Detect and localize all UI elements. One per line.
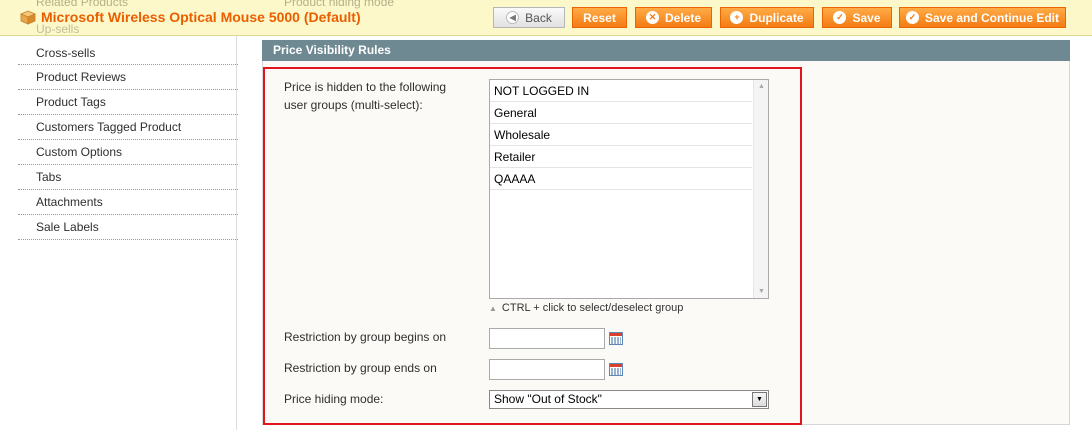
duplicate-button[interactable]: + Duplicate (720, 7, 814, 28)
ends-calendar-icon[interactable] (609, 363, 623, 376)
multiselect-hint-text: CTRL + click to select/deselect group (501, 302, 684, 314)
sidebar-item-related-products[interactable]: Related Products (36, 0, 128, 9)
chevron-down-icon[interactable]: ▼ (752, 392, 767, 407)
delete-x-icon: ✕ (645, 11, 659, 24)
sidebar-item-sale-labels[interactable]: Sale Labels (18, 215, 238, 240)
duplicate-button-label: Duplicate (749, 10, 804, 25)
begins-on-input[interactable] (489, 328, 605, 349)
sidebar: Cross-sells Product Reviews Product Tags… (18, 41, 238, 240)
delete-button[interactable]: ✕ Delete (635, 7, 712, 28)
begins-calendar-icon[interactable] (609, 332, 623, 345)
group-option-general[interactable]: General (490, 102, 752, 124)
group-option-not-logged-in[interactable]: NOT LOGGED IN (490, 80, 752, 102)
user-groups-label-line1: Price is hidden to the following (284, 80, 447, 94)
section-header: Price Visibility Rules (262, 40, 1070, 61)
sidebar-item-cross-sells[interactable]: Cross-sells (18, 41, 238, 65)
calendar-grid (611, 368, 621, 375)
reset-button-label: Reset (583, 10, 616, 25)
duplicate-plus-icon: + (730, 11, 744, 24)
user-groups-multiselect[interactable]: NOT LOGGED IN General Wholesale Retailer… (489, 79, 769, 299)
ends-on-input[interactable] (489, 359, 605, 380)
user-groups-label: Price is hidden to the following user gr… (284, 78, 446, 114)
product-box-icon (20, 10, 36, 25)
calendar-header (610, 364, 622, 367)
save-and-continue-label: Save and Continue Edit (924, 10, 1059, 25)
sidebar-item-attachments[interactable]: Attachments (18, 190, 238, 215)
scroll-up-icon[interactable]: ▲ (758, 83, 765, 90)
begins-on-label: Restriction by group begins on (284, 330, 447, 344)
sidebar-item-product-reviews[interactable]: Product Reviews (18, 65, 238, 90)
user-groups-label-line2: user groups (multi-select): (284, 98, 423, 112)
sidebar-item-product-tags[interactable]: Product Tags (18, 90, 238, 115)
sidebar-item-custom-options[interactable]: Custom Options (18, 140, 238, 165)
ends-on-label: Restriction by group ends on (284, 361, 437, 375)
save-and-continue-button[interactable]: ✓ Save and Continue Edit (899, 7, 1066, 28)
group-option-wholesale[interactable]: Wholesale (490, 124, 752, 146)
hiding-mode-select[interactable]: Show "Out of Stock" ▼ (489, 390, 769, 409)
header-bar: Related Products Up-sells Product hiding… (0, 0, 1092, 36)
back-button-label: Back (525, 10, 552, 25)
sidebar-divider (236, 36, 237, 430)
multiselect-scrollbar[interactable]: ▲ ▼ (753, 80, 768, 298)
back-arrow-icon: ◀ (506, 11, 520, 24)
sidebar-item-customers-tagged-product[interactable]: Customers Tagged Product (18, 115, 238, 140)
page-title: Microsoft Wireless Optical Mouse 5000 (D… (20, 9, 361, 25)
multiselect-hint: ▲ CTRL + click to select/deselect group (489, 302, 683, 314)
back-button[interactable]: ◀ Back (493, 7, 565, 28)
product-hiding-mode-label: Product hiding mode (284, 0, 395, 9)
product-title: Microsoft Wireless Optical Mouse 5000 (D… (41, 9, 361, 25)
save-check-icon: ✓ (833, 11, 847, 24)
calendar-grid (611, 337, 621, 344)
save-continue-check-icon: ✓ (905, 11, 919, 24)
reset-button[interactable]: Reset (572, 7, 627, 28)
delete-button-label: Delete (664, 10, 702, 25)
hiding-mode-label: Price hiding mode: (284, 392, 384, 406)
save-button[interactable]: ✓ Save (822, 7, 892, 28)
hint-arrow-icon: ▲ (489, 303, 497, 313)
calendar-header (610, 333, 622, 336)
group-option-retailer[interactable]: Retailer (490, 146, 752, 168)
sidebar-item-tabs[interactable]: Tabs (18, 165, 238, 190)
scroll-down-icon[interactable]: ▼ (758, 288, 765, 295)
group-option-qaaaa[interactable]: QAAAA (490, 168, 752, 190)
hiding-mode-value: Show "Out of Stock" (494, 392, 602, 406)
section-title: Price Visibility Rules (273, 43, 391, 57)
save-button-label: Save (852, 10, 881, 25)
